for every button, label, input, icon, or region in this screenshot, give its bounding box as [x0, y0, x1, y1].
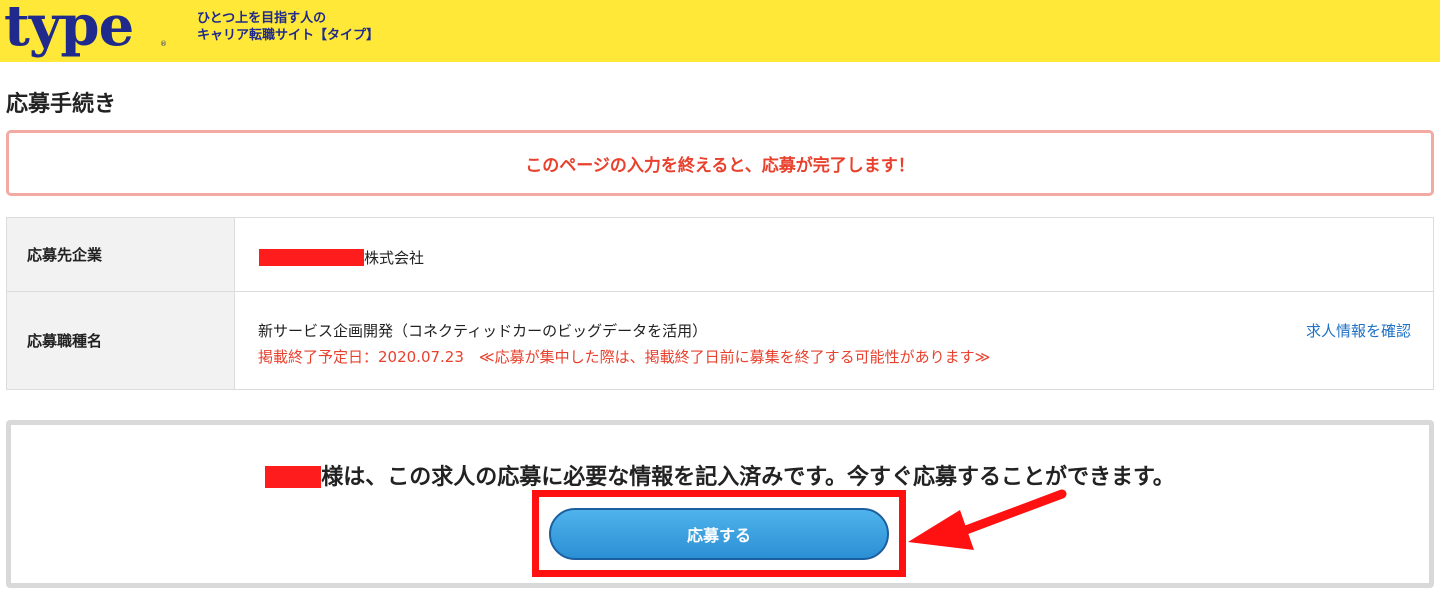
job-title: 新サービス企画開発（コネクティッドカーのビッグデータを活用）	[258, 322, 708, 340]
site-header: type ® ひとつ上を目指す人の キャリア転職サイト【タイプ】	[0, 0, 1440, 62]
page-title: 応募手続き	[6, 92, 117, 117]
tagline-line2: キャリア転職サイト【タイプ】	[197, 28, 380, 43]
notice-text: このページの入力を終えると、応募が完了します！	[525, 155, 915, 176]
site-tagline: ひとつ上を目指す人の キャリア転職サイト【タイプ】	[197, 10, 379, 44]
type-logo[interactable]: type	[4, 0, 134, 56]
apply-button[interactable]: 応募する	[549, 508, 889, 560]
job-cell: 新サービス企画開発（コネクティッドカーのビッグデータを活用） 掲載終了予定日：2…	[235, 292, 1433, 389]
company-label: 応募先企業	[7, 218, 235, 291]
tagline-line1: ひとつ上を目指す人の	[197, 11, 327, 26]
job-label: 応募職種名	[7, 292, 235, 389]
company-row: 応募先企業 株式会社	[7, 218, 1433, 292]
company-name: 株式会社	[259, 247, 424, 268]
arrow-icon	[908, 489, 1067, 550]
completion-notice: このページの入力を終えると、応募が完了します！	[6, 130, 1434, 196]
apply-message: 様は、この求人の応募に必要な情報を記入済みです。今すぐ応募することができます。	[11, 459, 1429, 491]
job-deadline: 掲載終了予定日：2020.07.23 ≪応募が集中した際は、掲載終了日前に募集を…	[258, 348, 991, 366]
company-cell: 株式会社	[235, 218, 1433, 291]
redaction-bar	[259, 249, 364, 266]
registered-mark: ®	[160, 40, 167, 48]
redaction-bar	[265, 466, 322, 488]
job-row: 応募職種名 新サービス企画開発（コネクティッドカーのビッグデータを活用） 掲載終…	[7, 292, 1433, 389]
company-suffix: 株式会社	[364, 249, 425, 267]
application-info-table: 応募先企業 株式会社 応募職種名 新サービス企画開発（コネクティッドカーのビッグ…	[6, 217, 1434, 390]
view-job-link[interactable]: 求人情報を確認	[1306, 320, 1411, 341]
